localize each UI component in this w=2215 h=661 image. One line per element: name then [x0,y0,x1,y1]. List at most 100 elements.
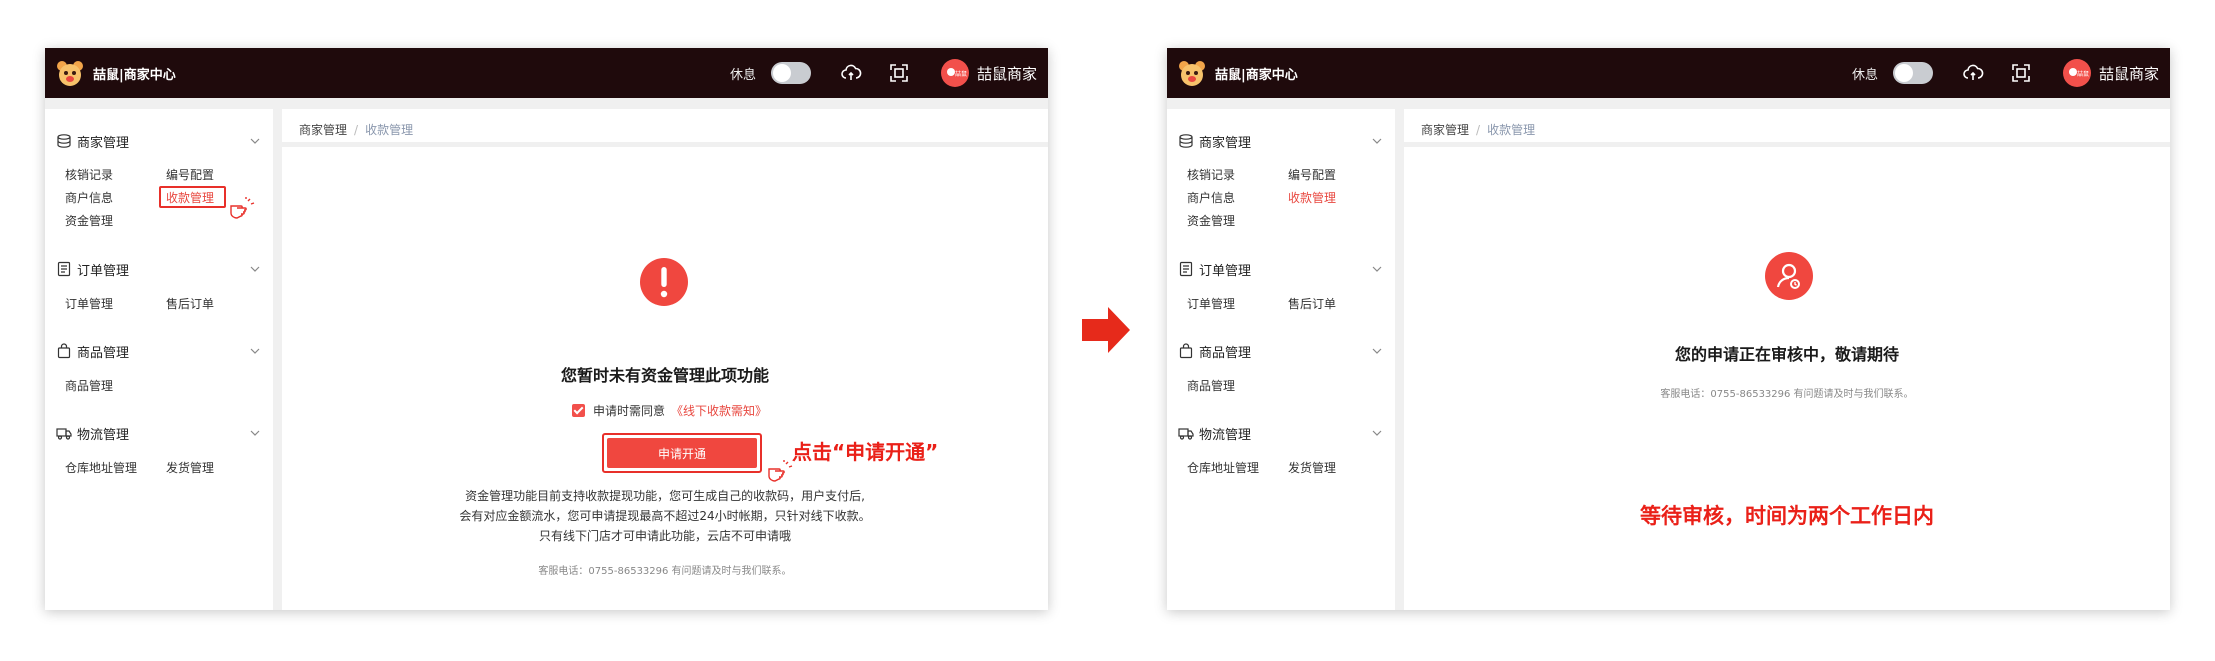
description-line: 资金管理功能目前支持收款提现功能，您可生成自己的收款码，用户支付后, [465,489,865,503]
truck-icon [56,428,72,440]
feature-description: 资金管理功能目前支持收款提现功能，您可生成自己的收款码，用户支付后, 会有对应金… [282,486,1048,546]
sidebar-item-payment-mgmt[interactable]: 收款管理 [166,189,214,206]
service-hotline: 客服电话：0755-86533296 有问题请及时与我们联系。 [1660,389,1914,400]
sidebar-item-orders[interactable]: 订单管理 [1187,295,1235,312]
main-content: 商家管理 / 收款管理 您暂时未有资金管理此项功能 申请时需同意 《线下收款需知》 … [282,109,1048,610]
sidebar-item-after-sales[interactable]: 售后订单 [166,295,214,312]
shop-name[interactable]: 喆鼠商家 [977,63,1037,84]
breadcrumb: 商家管理 / 收款管理 [282,109,1048,147]
sidebar-item-funds-mgmt[interactable]: 资金管理 [65,212,113,229]
top-bar: 喆鼠|商家中心 休息 喆鼠 喆鼠商家 [45,48,1048,98]
waiting-review-callout: 等待审核，时间为两个工作日内 [1640,504,1934,528]
avatar[interactable]: 喆鼠 [941,59,969,87]
sidebar-group-label: 商品管理 [1199,345,1252,361]
sidebar-item-merchant-info[interactable]: 商户信息 [1187,189,1235,206]
sidebar-item-warehouse-address[interactable]: 仓库地址管理 [1187,459,1259,476]
user-review-icon [1765,252,1813,300]
main-content: 商家管理 / 收款管理 您的申请正在审核中，敬请期待 客服电话：0755-86533… [1404,109,2170,610]
description-line: 只有线下门店才可申请此功能，云店不可申请哦 [538,529,791,543]
avatar-tag: 喆鼠 [955,71,968,78]
no-permission-title: 您暂时未有资金管理此项功能 [560,366,769,385]
breadcrumb-parent[interactable]: 商家管理 [299,123,347,137]
avatar-tag: 喆鼠 [2077,71,2090,78]
sidebar-item-shipping[interactable]: 发货管理 [166,459,214,476]
sidebar-item-number-config[interactable]: 编号配置 [166,166,214,183]
avatar[interactable]: 喆鼠 [2063,59,2091,87]
screen-before-apply: 喆鼠|商家中心 休息 喆鼠 喆鼠商家 商家管理 核销记录 编号配置 商户信息 收… [45,48,1048,610]
chevron-down-icon [1372,138,1382,144]
sidebar-group-merchant[interactable]: 商家管理 [56,131,262,151]
sidebar-group-logistics[interactable]: 物流管理 [1178,423,1384,443]
toggle-knob [1895,64,1913,82]
breadcrumb-parent[interactable]: 商家管理 [1421,123,1469,137]
pointing-hand-icon [230,197,255,219]
service-hotline: 客服电话：0755-86533296 有问题请及时与我们联系。 [538,566,792,577]
rest-toggle[interactable] [1893,62,1933,84]
offline-payment-notice-link[interactable]: 《线下收款需知》 [671,402,767,419]
agree-checkbox[interactable] [572,404,585,417]
sidebar-group-label: 物流管理 [1199,427,1252,443]
rest-toggle[interactable] [771,62,811,84]
sidebar-group-label: 订单管理 [77,263,130,279]
sidebar-group-label: 订单管理 [1199,263,1252,279]
sidebar-item-verify-records[interactable]: 核销记录 [65,166,113,183]
logo-text: 喆鼠|商家中心 [1215,67,1298,83]
sidebar-group-products[interactable]: 商品管理 [1178,341,1384,361]
chevron-down-icon [1372,266,1382,272]
screen-under-review: 喆鼠|商家中心 休息 喆鼠 喆鼠商家 商家管理 核销记录 编号配置 商户信息 收… [1167,48,2170,610]
shop-name[interactable]: 喆鼠商家 [2099,63,2159,84]
sidebar-item-payment-mgmt[interactable]: 收款管理 [1288,189,1336,206]
avatar-face-icon [947,68,955,76]
sidebar-group-label: 商品管理 [77,345,130,361]
chevron-down-icon [250,430,260,436]
database-icon [57,134,71,148]
sidebar-group-orders[interactable]: 订单管理 [1178,259,1384,279]
sidebar-item-products[interactable]: 商品管理 [1187,377,1235,394]
sidebar-group-orders[interactable]: 订单管理 [56,259,262,279]
avatar-face-icon [2069,68,2077,76]
sidebar-group-label: 物流管理 [77,427,130,443]
truck-icon [1178,428,1194,440]
sidebar: 商家管理 核销记录 编号配置 商户信息 收款管理 资金管理 订单管理 订单管理 … [1167,109,1395,610]
breadcrumb-current: 收款管理 [1487,123,1536,137]
sidebar-item-funds-mgmt[interactable]: 资金管理 [1187,212,1235,229]
fullscreen-icon[interactable] [887,61,911,85]
shopping-bag-icon [57,343,71,359]
shopping-bag-icon [1179,343,1193,359]
sidebar-group-merchant[interactable]: 商家管理 [1178,131,1384,151]
sidebar-group-logistics[interactable]: 物流管理 [56,423,262,443]
sidebar-item-number-config[interactable]: 编号配置 [1288,166,1336,183]
apply-open-button[interactable]: 申请开通 [607,438,757,468]
arrow-right-icon [1082,307,1130,353]
mascot-logo-icon [1179,61,1205,86]
sidebar-item-shipping[interactable]: 发货管理 [1288,459,1336,476]
pointing-hand-icon [768,460,793,482]
breadcrumb: 商家管理 / 收款管理 [1404,109,2170,147]
breadcrumb-separator: / [354,123,359,137]
sidebar-group-label: 商家管理 [77,135,130,151]
document-icon [1179,261,1193,277]
agreement-row: 申请时需同意 《线下收款需知》 [572,402,767,419]
sidebar-item-warehouse-address[interactable]: 仓库地址管理 [65,459,137,476]
agree-text: 申请时需同意 [593,404,666,418]
chevron-down-icon [250,138,260,144]
cloud-sync-icon[interactable] [1961,61,1985,85]
sidebar-item-merchant-info[interactable]: 商户信息 [65,189,113,206]
database-icon [1179,134,1193,148]
chevron-down-icon [250,348,260,354]
sidebar-item-verify-records[interactable]: 核销记录 [1187,166,1235,183]
sidebar-item-products[interactable]: 商品管理 [65,377,113,394]
rest-label: 休息 [1852,68,1879,83]
logo[interactable]: 喆鼠|商家中心 [55,58,176,88]
cloud-sync-icon[interactable] [839,61,863,85]
logo[interactable]: 喆鼠|商家中心 [1177,58,1298,88]
sidebar-group-products[interactable]: 商品管理 [56,341,262,361]
chevron-down-icon [1372,348,1382,354]
description-line: 会有对应金额流水，您可申请提现最高不超过24小时帐期，只针对线下收款。 [459,509,871,523]
breadcrumb-current: 收款管理 [365,123,414,137]
click-apply-callout: 点击“申请开通” [792,440,939,464]
fullscreen-icon[interactable] [2009,61,2033,85]
sidebar-item-after-sales[interactable]: 售后订单 [1288,295,1336,312]
sidebar-item-orders[interactable]: 订单管理 [65,295,113,312]
breadcrumb-separator: / [1476,123,1481,137]
